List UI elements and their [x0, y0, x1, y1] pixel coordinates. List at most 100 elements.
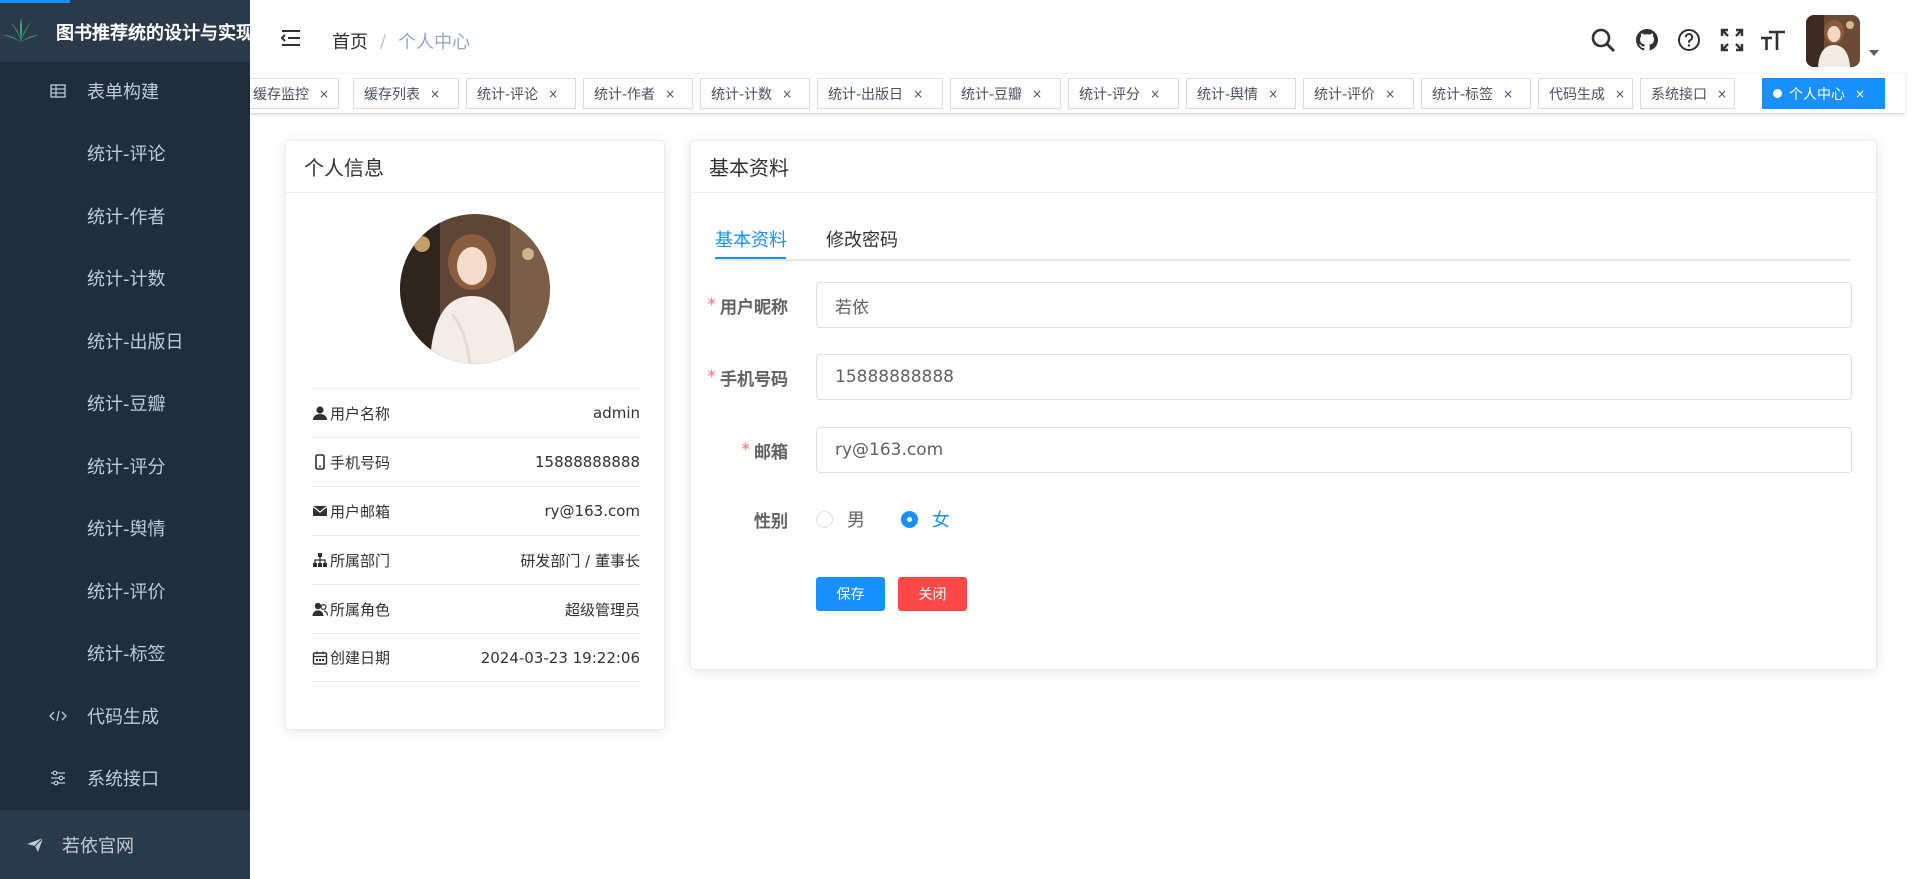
required-mark: * [707, 367, 717, 387]
phone-label: * 手机号码 [708, 354, 789, 400]
sidebar-item-ruoyi-site[interactable]: 若依官网 [0, 810, 250, 879]
radio-circle [901, 510, 918, 528]
profile-avatar[interactable] [400, 214, 550, 364]
profile-row-label: 创建日期 [312, 647, 390, 668]
profile-card: 个人信息 用户名称 admin 手机号码 15888888888 用户邮箱 ry… [285, 140, 665, 730]
profile-info-list: 用户名称 admin 手机号码 15888888888 用户邮箱 ry@163.… [312, 388, 640, 682]
form-row-actions: 保存 关闭 [691, 577, 1878, 623]
close-icon[interactable]: × [1385, 87, 1395, 101]
tag-label: 缓存监控 [253, 86, 309, 103]
close-button[interactable]: 关闭 [898, 577, 967, 611]
sidebar-item-stat-sentiment[interactable]: 统计-舆情 [0, 497, 250, 559]
tab-basic-info[interactable]: 基本资料 [715, 219, 787, 259]
tag-stat-rating[interactable]: 统计-评分 × [1068, 78, 1179, 109]
tag-cache-list[interactable]: 缓存列表 × [353, 78, 459, 109]
close-icon[interactable]: × [430, 87, 440, 101]
nickname-input[interactable]: 若依 [816, 282, 1852, 328]
table-icon [48, 81, 68, 101]
phone-label-text: 手机号码 [720, 369, 788, 390]
sidebar-logo[interactable]: 图书推荐统的设计与实现 [0, 0, 250, 62]
sidebar-item-label: 统计-舆情 [87, 519, 166, 540]
tab-change-password[interactable]: 修改密码 [826, 219, 898, 259]
profile-value: 超级管理员 [564, 600, 640, 619]
chevron-down-icon[interactable] [1869, 50, 1879, 56]
sidebar-item-code-gen[interactable]: 代码生成 [0, 685, 250, 747]
close-icon[interactable]: × [665, 87, 675, 101]
send-icon [24, 834, 46, 856]
sidebar-item-stat-pubdate[interactable]: 统计-出版日 [0, 310, 250, 372]
tag-code-gen[interactable]: 代码生成 × [1538, 78, 1633, 109]
gender-radio-male[interactable]: 男 [816, 496, 865, 542]
sidebar-item-stat-review[interactable]: 统计-评价 [0, 560, 250, 622]
profile-label-text: 手机号码 [330, 453, 391, 472]
tag-sys-api[interactable]: 系统接口 × [1640, 78, 1735, 109]
tag-stat-review[interactable]: 统计-评价 × [1303, 78, 1414, 109]
profile-label-text: 创建日期 [330, 649, 391, 667]
gender-label: 性别 [754, 496, 788, 542]
close-icon[interactable]: × [319, 87, 329, 101]
sidebar-item-form-builder[interactable]: 表单构建 [0, 60, 250, 122]
close-icon[interactable]: × [1150, 87, 1160, 101]
hamburger-icon[interactable] [280, 28, 302, 48]
app-title: 图书推荐统的设计与实现 [56, 23, 250, 44]
basic-info-card: 基本资料 基本资料 修改密码 * 用户昵称 若依 * 手机号码 1588888888… [690, 140, 1877, 670]
tag-label: 统计-出版日 [828, 86, 904, 103]
tag-stat-pubdate[interactable]: 统计-出版日 × [817, 78, 943, 109]
sidebar-item-stat-count[interactable]: 统计-计数 [0, 247, 250, 309]
phone-input[interactable]: 15888888888 [816, 354, 1852, 400]
profile-row-dept: 所属部门 研发部门 / 董事长 [312, 535, 640, 584]
tag-stat-author[interactable]: 统计-作者 × [583, 78, 693, 109]
font-size-icon[interactable] [1759, 26, 1787, 54]
gender-radio-female[interactable]: 女 [901, 496, 950, 542]
sidebar-item-stat-author[interactable]: 统计-作者 [0, 185, 250, 247]
close-icon[interactable]: × [782, 87, 792, 101]
tag-stat-tags[interactable]: 统计-标签 × [1421, 78, 1531, 109]
tag-personal-center[interactable]: 个人中心 × [1762, 78, 1885, 109]
profile-value: 研发部门 / 董事长 [520, 551, 640, 570]
close-icon[interactable]: × [1855, 87, 1865, 101]
nickname-label: * 用户昵称 [708, 282, 789, 328]
question-icon[interactable] [1675, 26, 1703, 54]
avatar[interactable] [1806, 15, 1860, 67]
profile-row-label: 所属角色 [312, 599, 390, 620]
close-icon[interactable]: × [1032, 87, 1042, 101]
tag-stat-douban[interactable]: 统计-豆瓣 × [950, 78, 1061, 109]
close-icon[interactable]: × [913, 87, 923, 101]
required-mark: * [707, 295, 717, 315]
profile-card-title: 个人信息 [286, 141, 664, 193]
radio-circle [816, 510, 833, 528]
close-icon[interactable]: × [1503, 87, 1513, 101]
profile-value: 15888888888 [535, 453, 640, 471]
tag-stat-sentiment[interactable]: 统计-舆情 × [1186, 78, 1296, 109]
sidebar-item-stat-comment[interactable]: 统计-评论 [0, 122, 250, 184]
code-icon [48, 706, 68, 726]
tag-stat-comment[interactable]: 统计-评论 × [466, 78, 576, 109]
close-icon[interactable]: × [1717, 87, 1727, 101]
sidebar-accent-bar [0, 0, 70, 3]
tag-label: 缓存列表 [364, 86, 420, 103]
radio-label: 男 [847, 510, 865, 531]
tag-cache-monitor[interactable]: 缓存监控 × [250, 78, 339, 109]
tag-label: 统计-豆瓣 [961, 86, 1023, 103]
tag-stat-count[interactable]: 统计-计数 × [700, 78, 810, 109]
search-icon[interactable] [1589, 26, 1617, 54]
sidebar-item-stat-douban[interactable]: 统计-豆瓣 [0, 372, 250, 434]
close-icon[interactable]: × [1268, 87, 1278, 101]
user-icon [313, 406, 327, 420]
sidebar-item-stat-tags[interactable]: 统计-标签 [0, 622, 250, 684]
profile-value: admin [593, 404, 640, 422]
breadcrumb-current: 个人中心 [398, 32, 471, 53]
profile-row-label: 手机号码 [312, 452, 390, 473]
tag-label: 统计-计数 [711, 86, 773, 103]
org-tree-icon [313, 553, 327, 567]
save-button[interactable]: 保存 [816, 577, 885, 611]
sidebar-item-sys-api[interactable]: 系统接口 [0, 747, 250, 809]
close-icon[interactable]: × [1615, 87, 1625, 101]
github-icon[interactable] [1633, 26, 1661, 54]
breadcrumb-home[interactable]: 首页 [332, 28, 368, 54]
active-dot [1773, 89, 1782, 98]
fullscreen-icon[interactable] [1718, 26, 1746, 54]
sidebar-item-stat-rating[interactable]: 统计-评分 [0, 435, 250, 497]
email-input[interactable]: ry@163.com [816, 427, 1852, 473]
close-icon[interactable]: × [548, 87, 558, 101]
